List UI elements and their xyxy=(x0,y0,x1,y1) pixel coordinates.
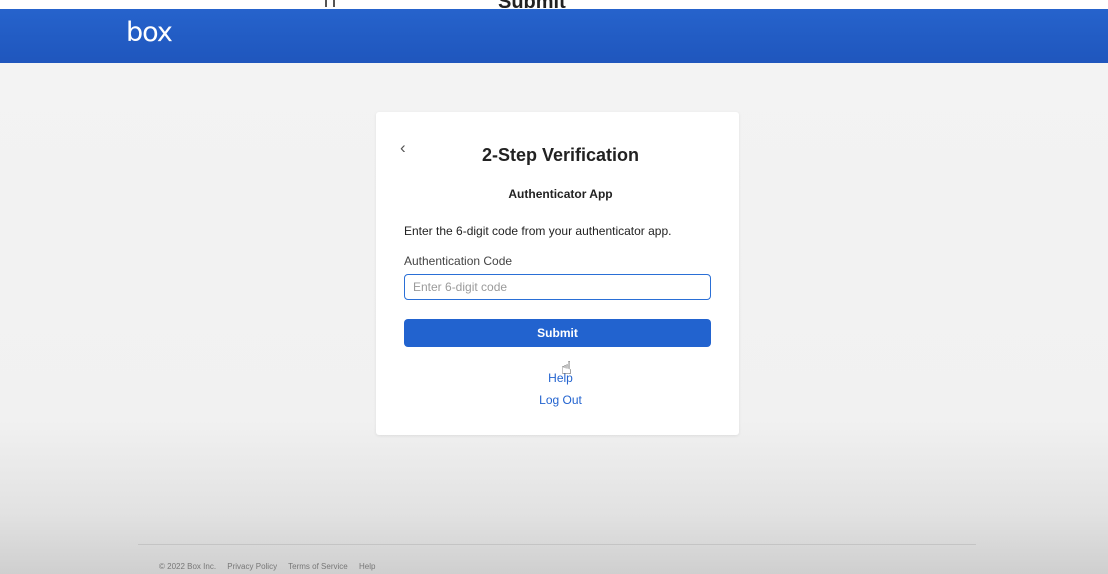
footer-copyright: © 2022 Box Inc. xyxy=(159,562,217,571)
card-title: 2-Step Verification xyxy=(481,145,640,165)
submit-button[interactable]: Submit xyxy=(404,319,711,347)
footer: © 2022 Box Inc. Privacy Policy Terms of … xyxy=(159,562,384,571)
authentication-code-label: Authentication Code xyxy=(404,254,513,268)
verification-card: ‹ 2-Step Verification Authenticator App … xyxy=(376,112,739,435)
hand-pointer-icon: ☝ xyxy=(561,358,572,378)
footer-divider xyxy=(138,544,976,545)
strip-tick xyxy=(333,0,335,7)
log-out-link[interactable]: Log Out xyxy=(376,393,739,407)
strip-tick xyxy=(325,0,327,7)
instructions-text: Enter the 6-digit code from your authent… xyxy=(404,224,672,238)
card-subtitle: Authenticator App xyxy=(508,187,613,201)
top-strip: Submit xyxy=(0,0,1108,9)
footer-link-privacy-policy[interactable]: Privacy Policy xyxy=(227,562,277,571)
help-link[interactable]: Help xyxy=(376,371,739,385)
footer-link-terms-of-service[interactable]: Terms of Service xyxy=(288,562,348,571)
authentication-code-input[interactable] xyxy=(404,274,711,300)
top-bar: box xyxy=(0,9,1108,63)
strip-text: Submit xyxy=(498,0,566,9)
box-logo[interactable]: box xyxy=(126,17,173,48)
footer-link-help[interactable]: Help xyxy=(359,562,375,571)
